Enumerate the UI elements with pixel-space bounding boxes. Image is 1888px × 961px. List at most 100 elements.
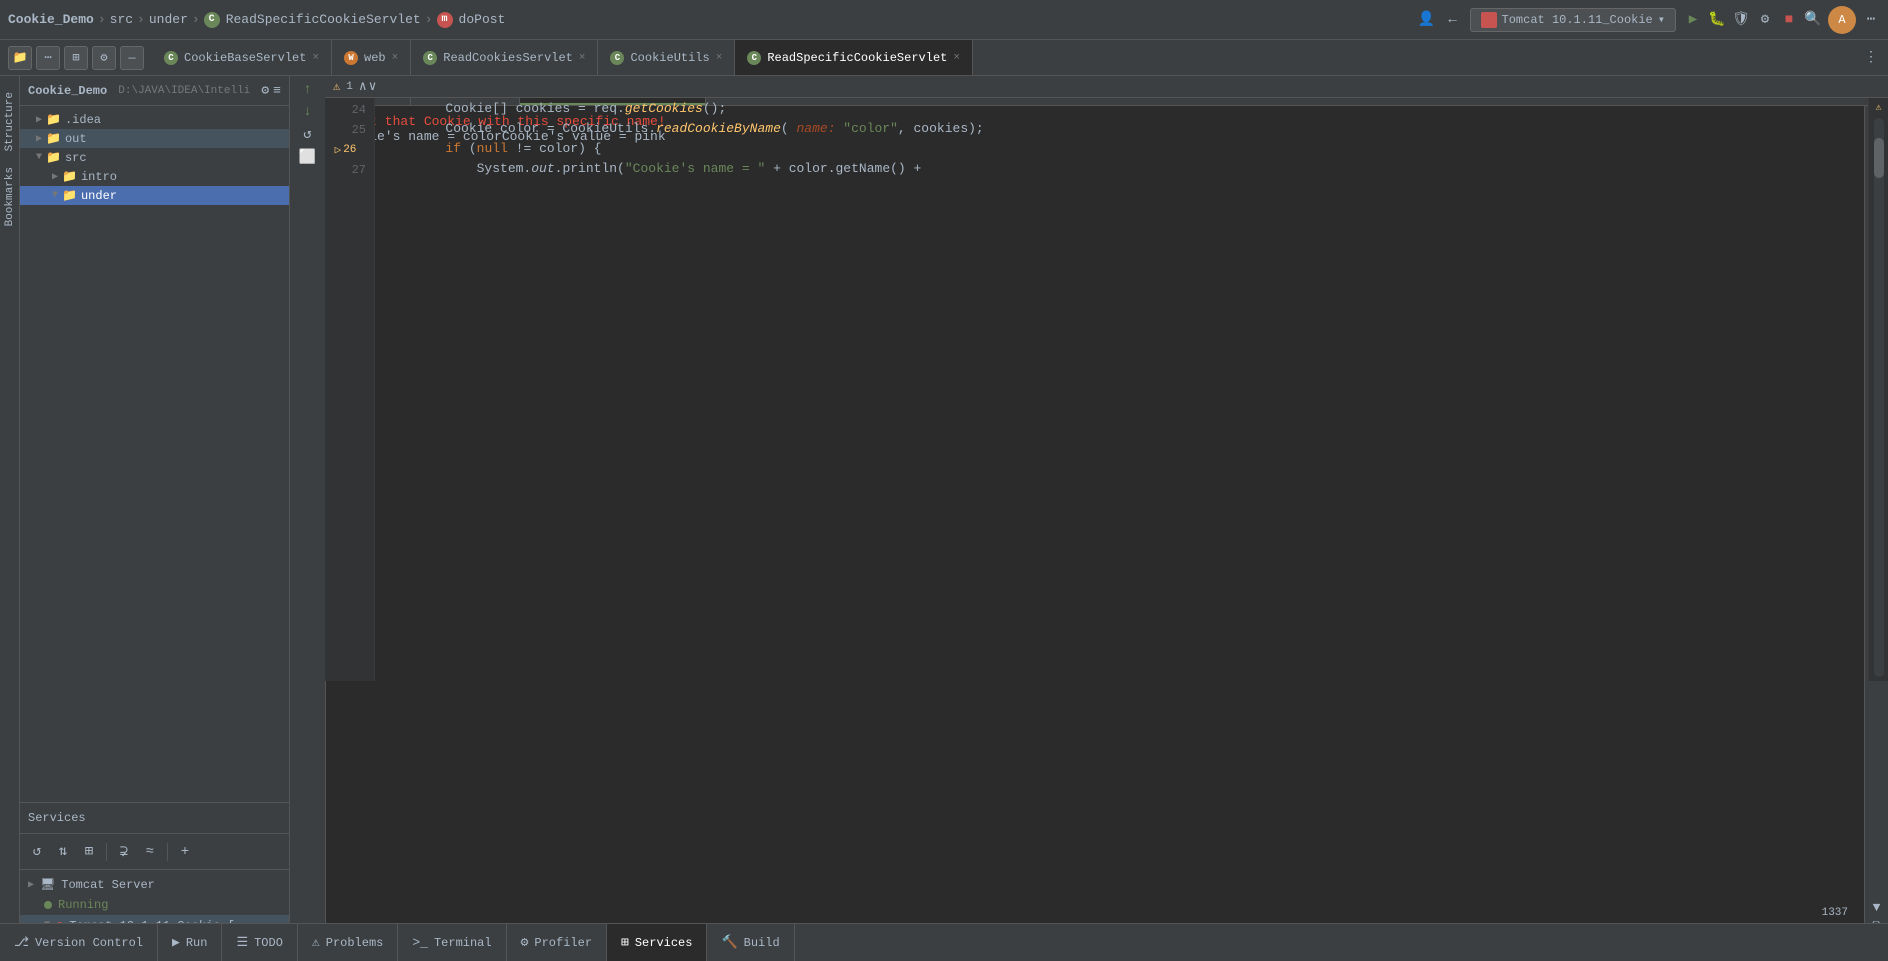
project-path: D:\JAVA\IDEA\Intelli [118, 85, 250, 97]
settings-btn[interactable]: ⚙ [92, 46, 116, 70]
warning-nav: ∧ ∨ [359, 79, 377, 94]
tab-readspecificcookie[interactable]: C ReadSpecificCookieServlet × [735, 40, 973, 75]
project-title: Cookie_Demo [28, 84, 107, 98]
back-icon[interactable]: ← [1444, 11, 1462, 29]
tab-services-label: Services [635, 936, 693, 950]
minimize-btn[interactable]: — [120, 46, 144, 70]
tab-close-readcookies[interactable]: × [579, 52, 586, 64]
cursor-position: 1337 [1822, 907, 1848, 919]
svc-balance-icon[interactable]: ⇅ [52, 841, 74, 863]
tab-build-label: Build [744, 936, 780, 950]
tab-cookiebaseservlet[interactable]: C CookieBaseServlet × [152, 40, 332, 75]
line-num-25: 25 [325, 120, 374, 140]
svc-add-icon[interactable]: + [174, 841, 196, 863]
tab-version-control[interactable]: ⎇ Version Control [0, 924, 158, 961]
prev-warning[interactable]: ∧ [359, 79, 367, 94]
tree-intro[interactable]: ▶ 📁 intro [20, 167, 289, 186]
scroll-down-icon[interactable]: ▼ [1873, 900, 1881, 915]
person-icon[interactable]: 👤 [1418, 11, 1436, 29]
debug-icon[interactable]: 🐛 [1708, 11, 1726, 29]
tab-web[interactable]: W web × [332, 40, 411, 75]
code-line-25: Cookie color = CookieUtils.readCookieByN… [383, 118, 1860, 138]
tab-icon-readspecific: C [747, 51, 761, 65]
breadcrumb-project[interactable]: Cookie_Demo [8, 12, 94, 27]
tab-close-readspecific[interactable]: × [953, 52, 960, 64]
log-action-refresh[interactable]: ↺ [303, 126, 311, 143]
log-action-stop[interactable]: ⬜ [299, 149, 316, 166]
breadcrumb: Cookie_Demo › src › under › C ReadSpecif… [8, 12, 505, 28]
next-warning[interactable]: ∨ [369, 79, 377, 94]
structure-label[interactable]: Structure [2, 84, 18, 159]
stop-icon[interactable]: ■ [1780, 11, 1798, 29]
tab-icon-web: W [344, 51, 358, 65]
log-action-down[interactable]: ↓ [303, 104, 311, 120]
bookmarks-label[interactable]: Bookmarks [2, 159, 18, 234]
tab-icon-readcookies: C [423, 51, 437, 65]
svc-group-icon[interactable]: ⊞ [78, 841, 100, 863]
tree-under[interactable]: ▼ 📁 under [20, 186, 289, 205]
project-icon-btn[interactable]: 📁 [8, 46, 32, 70]
project-icon-2[interactable]: ≡ [273, 83, 281, 98]
svc-running[interactable]: Running [20, 895, 289, 915]
tomcat-run-button[interactable]: Tomcat 10.1.11_Cookie ▾ [1470, 8, 1676, 32]
project-panel: Cookie_Demo D:\JAVA\IDEA\Intelli ⚙ ≡ ▶ 📁… [20, 76, 290, 961]
project-tree: ▶ 📁 .idea ▶ 📁 out ▼ 📁 src ▶ 📁 intro ▼ [20, 106, 289, 802]
breadcrumb-src[interactable]: src [110, 12, 133, 27]
code-line-26: if (null != color) { [383, 138, 1860, 158]
tab-close-cookiebase[interactable]: × [312, 52, 319, 64]
tab-problems[interactable]: ⚠ Problems [298, 924, 398, 961]
project-icon-1[interactable]: ⚙ [261, 83, 269, 98]
svc-tomcat-icon: 🖥 [40, 877, 55, 892]
editor-tabs: 📁 ⋯ ⊞ ⚙ — C CookieBaseServlet × W web × … [0, 40, 1888, 76]
coverage-icon[interactable]: 🛡 [1732, 11, 1750, 29]
services-panel-label: Services [20, 802, 289, 833]
tree-src[interactable]: ▼ 📁 src [20, 148, 289, 167]
tab-profiler[interactable]: ⚙ Profiler [507, 924, 607, 961]
tab-services[interactable]: ⊞ Services [607, 924, 707, 961]
tab-terminal-label: Terminal [434, 936, 492, 950]
tab-icon-cookiebase: C [164, 51, 178, 65]
tab-profiler-label: Profiler [534, 936, 592, 950]
log-action-up[interactable]: ↑ [303, 82, 311, 98]
breadcrumb-method[interactable]: doPost [459, 12, 506, 27]
tab-run[interactable]: ▶ Run [158, 924, 222, 961]
profile-icon[interactable]: ⚙ [1756, 11, 1774, 29]
breadcrumb-class[interactable]: ReadSpecificCookieServlet [226, 12, 421, 27]
left-side-icons: 📁 ⋯ ⊞ ⚙ — [8, 40, 152, 75]
tree-out[interactable]: ▶ 📁 out [20, 129, 289, 148]
tab-terminal[interactable]: >_ Terminal [398, 924, 506, 961]
tab-label-readspecific: ReadSpecificCookieServlet [767, 51, 947, 65]
tab-build[interactable]: 🔨 Build [707, 924, 794, 961]
tabs-more-icon[interactable]: ⋮ [1862, 49, 1880, 67]
code-editor[interactable]: Cookie[] cookies = req.getCookies(); Coo… [375, 98, 1868, 681]
search-icon[interactable]: 🔍 [1804, 11, 1822, 29]
avatar: A [1828, 6, 1856, 34]
toolbar-icons: ▶ 🐛 🛡 ⚙ ■ 🔍 A ⋯ [1684, 6, 1880, 34]
dropdown-icon: ▾ [1658, 12, 1665, 27]
tab-cookieutils[interactable]: C CookieUtils × [598, 40, 735, 75]
editor-area: ⚠ 1 ∧ ∨ 24 25 ▷26 27 Cookie[] cookies [325, 76, 1888, 681]
services-toolbar: ↺ ⇅ ⊞ ⊋ ≈ + [20, 834, 289, 870]
breadcrumb-under[interactable]: under [149, 12, 188, 27]
tree-idea[interactable]: ▶ 📁 .idea [20, 110, 289, 129]
line-num-27: 27 [325, 160, 374, 180]
layout-btn[interactable]: ⊞ [64, 46, 88, 70]
bottom-bar: ⎇ Version Control ▶ Run ☰ TODO ⚠ Problem… [0, 923, 1888, 961]
svc-filter-icon[interactable]: ⊋ [113, 841, 135, 863]
run-green-icon[interactable]: ▶ [1684, 11, 1702, 29]
project-header: Cookie_Demo D:\JAVA\IDEA\Intelli ⚙ ≡ [20, 76, 289, 106]
warning-icon: ⚠ [333, 79, 340, 94]
svc-separator2 [167, 843, 168, 861]
tab-close-web[interactable]: × [392, 52, 399, 64]
more-icon[interactable]: ⋯ [1862, 11, 1880, 29]
tab-todo[interactable]: ☰ TODO [222, 924, 297, 961]
tomcat-icon [1481, 12, 1497, 28]
editor-main: 24 25 ▷26 27 Cookie[] cookies = req.getC… [325, 98, 1888, 681]
tab-readcookies[interactable]: C ReadCookiesServlet × [411, 40, 598, 75]
svc-refresh-icon[interactable]: ↺ [26, 841, 48, 863]
tab-label-cookieutils: CookieUtils [630, 51, 709, 65]
tab-close-cookieutils[interactable]: × [716, 52, 723, 64]
more-tabs-btn[interactable]: ⋯ [36, 46, 60, 70]
svc-tomcat-server[interactable]: ▶ 🖥 Tomcat Server [20, 874, 289, 895]
svc-flow-icon[interactable]: ≈ [139, 841, 161, 863]
